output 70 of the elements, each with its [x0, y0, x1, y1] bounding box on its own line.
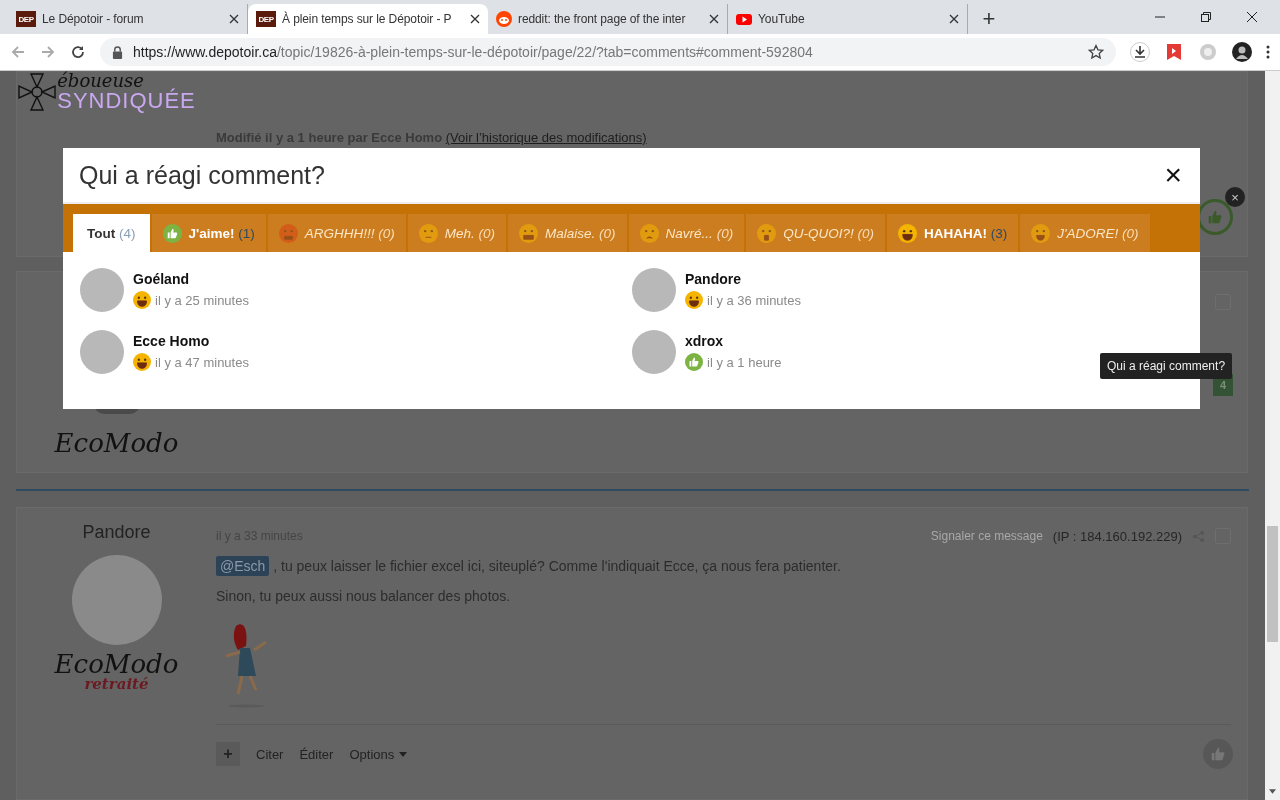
thumbs-up-icon	[1206, 208, 1224, 226]
signature-logo: EcoModo	[54, 428, 179, 458]
grimacing-face-icon	[519, 223, 539, 243]
menu-icon[interactable]	[1266, 44, 1270, 60]
close-button[interactable]: ×	[1160, 160, 1186, 190]
reaction-time: il y a 36 minutes	[707, 292, 801, 308]
reaction-tab[interactable]: Tout (4)	[73, 214, 150, 252]
user-name[interactable]: xdrox	[685, 333, 782, 349]
favicon-icon: DEP	[256, 11, 276, 27]
play-icon	[736, 11, 752, 27]
star-icon[interactable]	[1088, 44, 1104, 60]
scrollbar[interactable]	[1265, 71, 1280, 800]
favicon-icon: DEP	[16, 11, 36, 27]
scroll-thumb[interactable]	[1267, 526, 1278, 642]
quote-link[interactable]: Citer	[256, 746, 284, 762]
user-name[interactable]: Ecce Homo	[133, 333, 249, 349]
tooltip: Qui a réagi comment?	[1100, 353, 1233, 379]
caret-icon	[399, 751, 408, 757]
browser-tab[interactable]: DEP À plein temps sur le Dépotoir - P	[248, 4, 488, 34]
edit-link[interactable]: Éditer	[299, 746, 334, 762]
dialog-title: Qui a réagi comment?	[79, 160, 326, 190]
laughing-face-icon	[897, 223, 917, 243]
reaction-time: il y a 1 heure	[707, 354, 782, 370]
alien-face-icon	[496, 11, 512, 27]
sad-face-icon	[639, 223, 659, 243]
laughing-face-icon	[133, 291, 151, 309]
add-button[interactable]: +	[216, 742, 240, 766]
sleepy-face-icon	[418, 223, 438, 243]
ip-address: (IP : 184.160.192.229)	[1052, 528, 1182, 544]
laughing-face-icon	[685, 291, 703, 309]
user-name[interactable]: Pandore	[685, 271, 801, 287]
address-bar[interactable]: https://www.depotoir.ca/topic/19826-à-plein-temps-sur-le-dépotoir/page/22/?tab=comments#comment-592804	[100, 38, 1116, 66]
report-link[interactable]: Signaler ce message	[930, 529, 1043, 543]
new-tab-button[interactable]: +	[972, 4, 1006, 34]
reaction-time: il y a 25 minutes	[155, 292, 249, 308]
post-text: , tu peux laisser le fichier excel ici, siteuplé? Comme l'indiquait Ecce, ça nous fera patienter.	[273, 558, 841, 574]
user-name[interactable]: Goéland	[133, 271, 249, 287]
close-icon[interactable]	[949, 14, 959, 24]
scroll-down-icon[interactable]	[1269, 789, 1276, 794]
post-text: Sinon, tu peux aussi nous balancer des photos.	[216, 588, 512, 604]
signature-logo: éboueuse SYNDIQUÉE	[17, 72, 196, 112]
close-icon[interactable]	[229, 14, 239, 24]
reaction-time: il y a 47 minutes	[155, 354, 249, 370]
reaction-tab[interactable]: HAHAHA! (3)	[886, 214, 1019, 252]
restore-icon[interactable]	[1200, 11, 1212, 23]
shocked-face-icon	[757, 223, 777, 243]
close-icon[interactable]	[709, 14, 719, 24]
author-name[interactable]: Pandore	[82, 522, 151, 543]
thumbs-up-icon	[685, 353, 703, 371]
download-icon[interactable]	[1130, 42, 1150, 62]
remove-badge[interactable]: ×	[1225, 187, 1245, 207]
reaction-tab[interactable]: J'aime! (1)	[151, 214, 266, 252]
close-icon[interactable]	[1246, 11, 1258, 23]
avatar-placeholder	[632, 268, 676, 312]
lock-icon	[112, 45, 123, 59]
bookmark-play-icon[interactable]	[1164, 42, 1184, 62]
thumbs-up-icon	[1209, 745, 1227, 763]
avatar-placeholder	[632, 330, 676, 374]
angry-face-icon	[278, 223, 298, 243]
edit-history-link[interactable]: (Voir l’historique des modifications)	[445, 130, 647, 145]
thumbs-up-icon	[162, 223, 182, 243]
avatar-placeholder	[80, 330, 124, 374]
avatar-placeholder	[80, 268, 124, 312]
signature-logo: EcoModo retraité	[54, 651, 179, 692]
reload-icon[interactable]	[70, 44, 86, 60]
profile-avatar-icon[interactable]	[1232, 42, 1252, 62]
mention-link[interactable]: @Esch	[216, 556, 270, 576]
options-menu[interactable]: Options	[349, 746, 408, 762]
close-icon[interactable]	[470, 14, 480, 24]
laughing-face-icon	[133, 353, 151, 371]
